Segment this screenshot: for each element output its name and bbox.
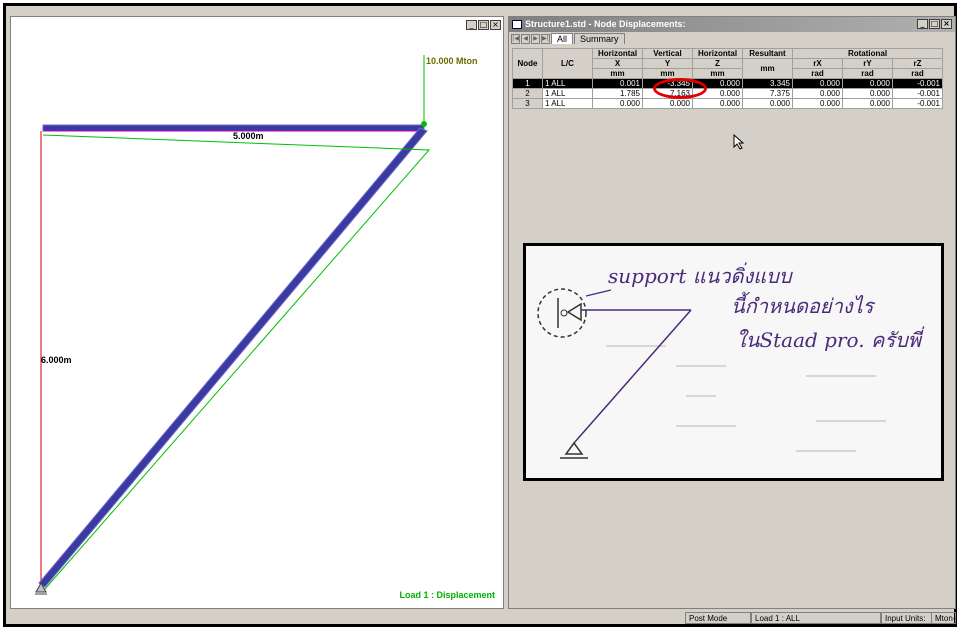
status-units-value: Mton-m [931,612,956,624]
cell-node: 2 [512,88,543,99]
load-case-label: Load 1 : Displacement [399,590,495,600]
table-row[interactable]: 3 1 ALL 0.000 0.000 0.000 0.000 0.000 0.… [512,98,943,109]
diagonal-member[interactable] [38,127,428,588]
status-load: Load 1 : ALL [751,612,881,624]
cell-lc: 1 ALL [542,78,593,89]
col-z[interactable]: Z [692,58,743,69]
mouse-pointer-icon [733,134,745,150]
structure-viewport[interactable]: _ □ × 10.000 Mton 5.000m 6.000m Load 1 :… [10,16,504,609]
close-icon[interactable]: × [941,19,952,29]
beam-length-label: 5.000m [233,131,264,141]
cell-rz: -0.001 [892,78,943,89]
col-rx[interactable]: rX [792,58,843,69]
group-horizontal-x: Horizontal [592,48,643,59]
results-titlebar[interactable]: Structure1.std - Node Displacements: _ □… [509,17,955,32]
handwritten-note-photo: support แนวดิ่งแบบ นี้กำหนดอย่างไร ในSta… [523,243,944,481]
cell-node: 1 [512,78,543,89]
status-mode: Post Mode [685,612,751,624]
cell-x: 1.785 [592,88,643,99]
cell-ry: 0.000 [842,88,893,99]
prev-page-icon[interactable]: ◀ [521,34,530,44]
cell-resultant: 3.345 [742,78,793,89]
table-row[interactable]: 1 1 ALL 0.001 -3.345 0.000 3.345 0.000 0… [512,78,943,89]
col-rz[interactable]: rZ [892,58,943,69]
unit-y: mm [642,68,693,79]
unit-x: mm [592,68,643,79]
col-x[interactable]: X [592,58,643,69]
group-vertical: Vertical [642,48,693,59]
col-node[interactable]: Node [512,48,543,79]
tab-summary[interactable]: Summary [574,33,625,44]
cell-ry: 0.000 [842,78,893,89]
maximize-icon[interactable]: □ [929,19,940,29]
first-page-icon[interactable]: |◀ [511,34,520,44]
structure-drawing [35,55,431,595]
cell-rx: 0.000 [792,98,843,109]
node-displacements-window: Structure1.std - Node Displacements: _ □… [508,16,956,609]
status-bar: Post Mode Load 1 : ALL Input Units: Mton… [10,612,956,626]
cell-x: 0.001 [592,78,643,89]
app-frame: _ □ × 10.000 Mton 5.000m 6.000m Load 1 :… [3,3,957,627]
cell-rz: -0.001 [892,88,943,99]
cell-rx: 0.000 [792,88,843,99]
cell-resultant: 7.375 [742,88,793,99]
col-lc[interactable]: L/C [542,48,593,79]
table-row[interactable]: 2 1 ALL 1.785 7.163 0.000 7.375 0.000 0.… [512,88,943,99]
column-height-label: 6.000m [41,355,72,365]
cell-y: 0.000 [642,98,693,109]
minimize-icon[interactable]: _ [917,19,928,29]
table-icon [512,20,522,29]
results-window-controls: _ □ × [917,19,952,29]
results-tabbar: |◀ ◀ ▶ ▶| All Summary [509,32,955,44]
cell-resultant: 0.000 [742,98,793,109]
unit-rz: rad [892,68,943,79]
note-line-1: support แนวดิ่งแบบ [608,264,792,288]
unit-z: mm [692,68,743,79]
cell-lc: 1 ALL [542,98,593,109]
highlight-oval [653,78,707,99]
displacement-table: Node L/C Horizontal Vertical Horizontal … [512,48,943,109]
unit-ry: rad [842,68,893,79]
last-page-icon[interactable]: ▶| [541,34,550,44]
load-node-icon [421,121,427,127]
col-y[interactable]: Y [642,58,693,69]
cell-x: 0.000 [592,98,643,109]
unit-rx: rad [792,68,843,79]
col-ry[interactable]: rY [842,58,893,69]
group-rotational: Rotational [792,48,943,59]
cell-node: 3 [512,98,543,109]
cell-z: 0.000 [692,98,743,109]
status-units-label: Input Units: [881,612,931,624]
cell-ry: 0.000 [842,98,893,109]
load-value-label: 10.000 Mton [426,56,478,66]
col-resultant-unit[interactable]: mm [742,58,793,79]
note-line-2: นี้กำหนดอย่างไร [731,294,874,318]
status-spacer [10,612,685,624]
results-window-title: Structure1.std - Node Displacements: [525,19,686,29]
cell-rx: 0.000 [792,78,843,89]
group-horizontal-z: Horizontal [692,48,743,59]
note-line-3: ในStaad pro. ครับพี่ [736,328,921,352]
next-page-icon[interactable]: ▶ [531,34,540,44]
cell-rz: -0.001 [892,98,943,109]
tab-all[interactable]: All [551,33,574,44]
cell-lc: 1 ALL [542,88,593,99]
group-resultant: Resultant [742,48,793,59]
